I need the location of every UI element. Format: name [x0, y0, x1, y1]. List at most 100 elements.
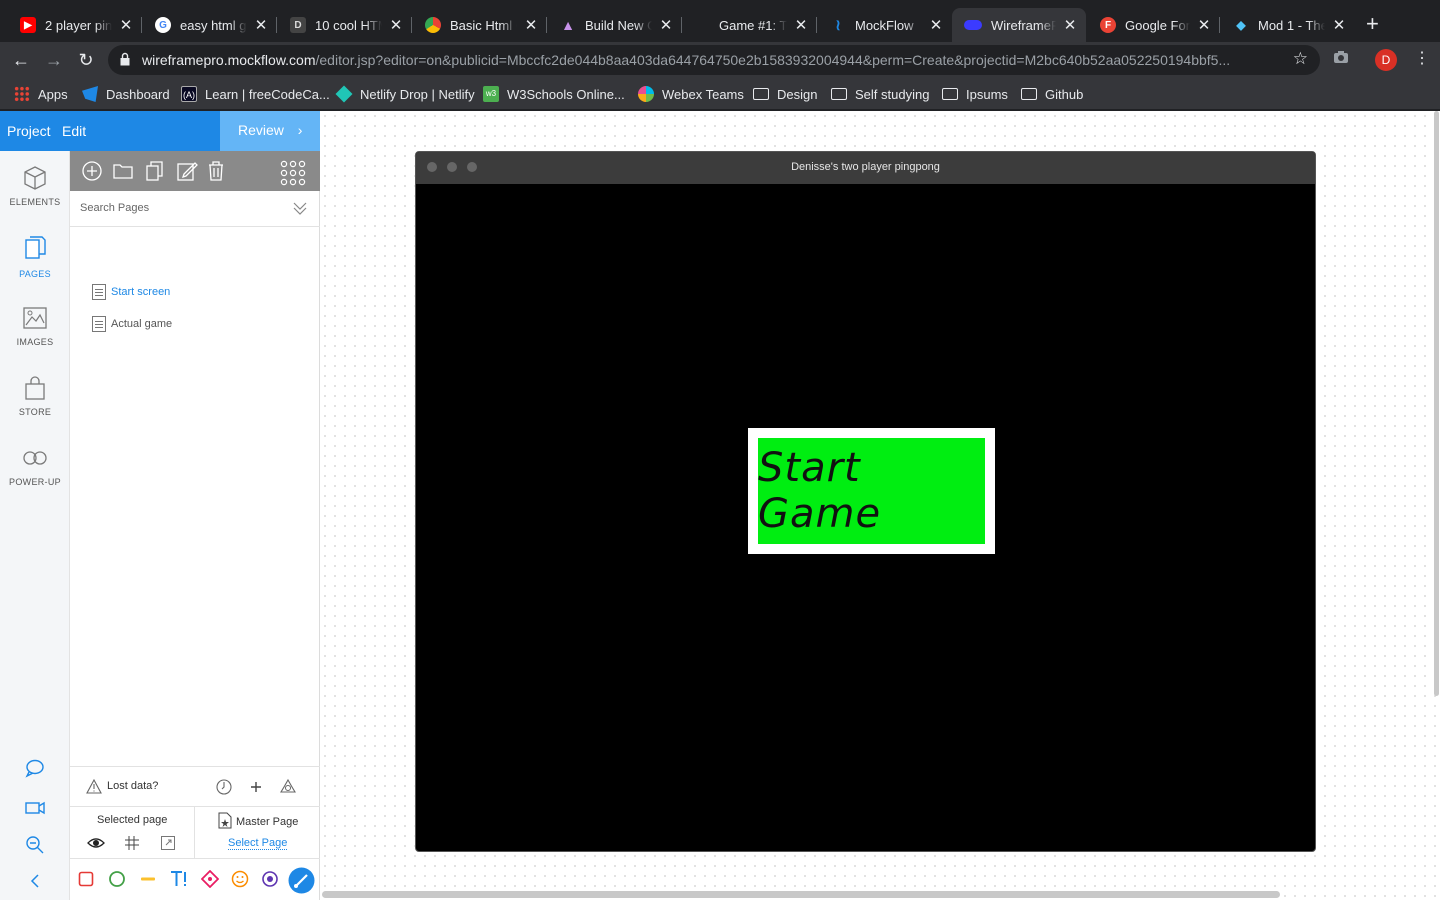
folder-icon	[831, 88, 847, 100]
grid-dots-icon[interactable]	[280, 160, 306, 186]
folder-icon	[942, 88, 958, 100]
component-tool-icon[interactable]	[201, 870, 219, 888]
lost-data-link[interactable]: Lost data?	[107, 780, 158, 792]
eye-icon[interactable]	[87, 836, 105, 850]
image-icon	[23, 307, 47, 329]
bag-icon	[25, 376, 45, 400]
edit-icon[interactable]	[176, 160, 198, 182]
lock-icon	[120, 52, 130, 66]
browser-tab[interactable]: Basic Html G ✕	[405, 8, 547, 42]
close-icon[interactable]: ✕	[1331, 16, 1347, 34]
bookmark-folder-design[interactable]: Design	[753, 85, 817, 103]
close-icon[interactable]: ✕	[118, 16, 134, 34]
folder-icon	[1021, 88, 1037, 100]
page-icon	[92, 284, 106, 300]
tab-title: 2 player ping	[45, 17, 112, 33]
browser-tab[interactable]: G easy html ga ✕	[135, 8, 277, 42]
bookmark-w3schools[interactable]: w3 W3Schools Online...	[483, 85, 625, 103]
folder-icon[interactable]	[112, 160, 134, 182]
address-bar[interactable]: wireframepro.mockflow.com/editor.jsp?edi…	[108, 45, 1320, 75]
add-page-icon[interactable]	[81, 160, 103, 182]
history-icon[interactable]	[215, 778, 233, 796]
select-page-link[interactable]: Select Page	[228, 837, 288, 850]
page-item[interactable]: Actual game	[92, 315, 172, 333]
grid-icon[interactable]	[124, 835, 140, 851]
bookmark-apps[interactable]: Apps	[14, 85, 68, 103]
resize-icon[interactable]	[160, 835, 176, 851]
vertical-scrollbar[interactable]	[1434, 111, 1439, 696]
collapse-left-icon[interactable]	[24, 870, 46, 892]
browser-tab[interactable]: ▶ 2 player ping ✕	[0, 8, 142, 42]
close-icon[interactable]: ✕	[1062, 16, 1078, 34]
wireframepro-app: Project Edit Review › ELEMENTS PAGES IMA…	[0, 111, 1440, 900]
menu-project[interactable]: Project	[7, 123, 51, 139]
browser-tab[interactable]: ▲ Build New Ga ✕	[540, 8, 682, 42]
rail-images[interactable]: IMAGES	[0, 305, 70, 347]
reload-icon[interactable]: ↻	[75, 49, 97, 71]
rail-pages[interactable]: PAGES	[0, 235, 70, 279]
rectangle-tool-icon[interactable]	[78, 870, 94, 888]
start-game-button[interactable]: Start Game	[758, 438, 985, 544]
back-icon[interactable]: ←	[10, 49, 32, 71]
line-tool-icon[interactable]	[139, 870, 157, 888]
wireframe-window-titlebar: Denisse's two player pingpong	[416, 152, 1315, 184]
bookmark-dashboard[interactable]: Dashboard	[82, 85, 170, 103]
close-icon[interactable]: ✕	[388, 16, 404, 34]
mod-icon: ◆	[1236, 18, 1246, 32]
close-icon[interactable]: ✕	[253, 16, 269, 34]
selected-page-label: Selected page	[97, 814, 168, 826]
browser-tab[interactable]: Game #1: To ✕	[675, 8, 817, 42]
video-icon[interactable]	[24, 797, 46, 819]
menu-dots-icon[interactable]: ⋮	[1414, 48, 1430, 68]
duplicate-icon[interactable]	[144, 160, 166, 182]
new-tab-button[interactable]: +	[1366, 13, 1379, 35]
bookmark-folder-github[interactable]: Github	[1021, 85, 1083, 103]
emoji-tool-icon[interactable]	[231, 870, 249, 888]
menu-edit[interactable]: Edit	[62, 123, 86, 139]
bookmark-freecodecamp[interactable]: (A) Learn | freeCodeCa...	[181, 85, 330, 103]
wireframe-window[interactable]: Denisse's two player pingpong Start Game	[415, 151, 1316, 852]
camera-icon[interactable]	[1333, 50, 1349, 67]
master-page-icon	[218, 812, 232, 829]
search-pages[interactable]: Search Pages	[70, 191, 320, 227]
quick-shapes-bar	[70, 858, 320, 900]
plus-icon[interactable]	[247, 778, 265, 796]
start-game-frame[interactable]: Start Game	[748, 428, 995, 554]
rail-elements[interactable]: ELEMENTS	[0, 165, 70, 207]
browser-tab[interactable]: D 10 cool HTML ✕	[270, 8, 412, 42]
warning-icon	[86, 779, 102, 794]
close-icon[interactable]: ✕	[658, 16, 674, 34]
target-tool-icon[interactable]	[261, 870, 279, 888]
browser-tab[interactable]: F Google Fonts ✕	[1080, 8, 1220, 42]
close-icon[interactable]: ✕	[1196, 16, 1212, 34]
chat-icon[interactable]	[24, 757, 46, 779]
bookmark-folder-ipsums[interactable]: Ipsums	[942, 85, 1008, 103]
chevron-down-icon[interactable]	[292, 200, 308, 216]
forward-icon[interactable]: →	[43, 49, 65, 71]
circle-tool-icon[interactable]	[108, 870, 126, 888]
browser-tab[interactable]: ≀ MockFlow ✕	[810, 8, 952, 42]
zoom-out-icon[interactable]	[24, 834, 46, 856]
close-icon[interactable]: ✕	[793, 16, 809, 34]
page-item[interactable]: Start screen	[92, 283, 170, 301]
brush-tool-icon[interactable]	[288, 867, 315, 894]
tab-title: Game #1: To	[719, 17, 787, 33]
browser-tab[interactable]: ◆ Mod 1 - The ✕	[1213, 8, 1355, 42]
bookmark-netlify[interactable]: Netlify Drop | Netlify	[335, 85, 475, 103]
rail-store[interactable]: STORE	[0, 375, 70, 417]
review-button[interactable]: Review ›	[220, 111, 320, 151]
close-icon[interactable]: ✕	[928, 16, 944, 34]
recycle-icon[interactable]	[279, 778, 297, 796]
bookmark-webex[interactable]: Webex Teams	[638, 85, 744, 103]
trash-icon[interactable]	[205, 160, 227, 182]
horizontal-scrollbar[interactable]	[322, 891, 1280, 898]
close-icon[interactable]: ✕	[523, 16, 539, 34]
tab-title: Google Fonts	[1125, 17, 1190, 33]
text-tool-icon[interactable]	[170, 870, 190, 888]
browser-tab-active[interactable]: WireframePr ✕	[952, 8, 1086, 42]
bookmark-folder-self-studying[interactable]: Self studying	[831, 85, 929, 103]
bookmark-star-icon[interactable]: ☆	[1293, 49, 1308, 69]
rail-power-up[interactable]: POWER-UP	[0, 445, 70, 487]
profile-avatar[interactable]: D	[1375, 49, 1397, 71]
tab-title: WireframePr	[991, 17, 1056, 33]
